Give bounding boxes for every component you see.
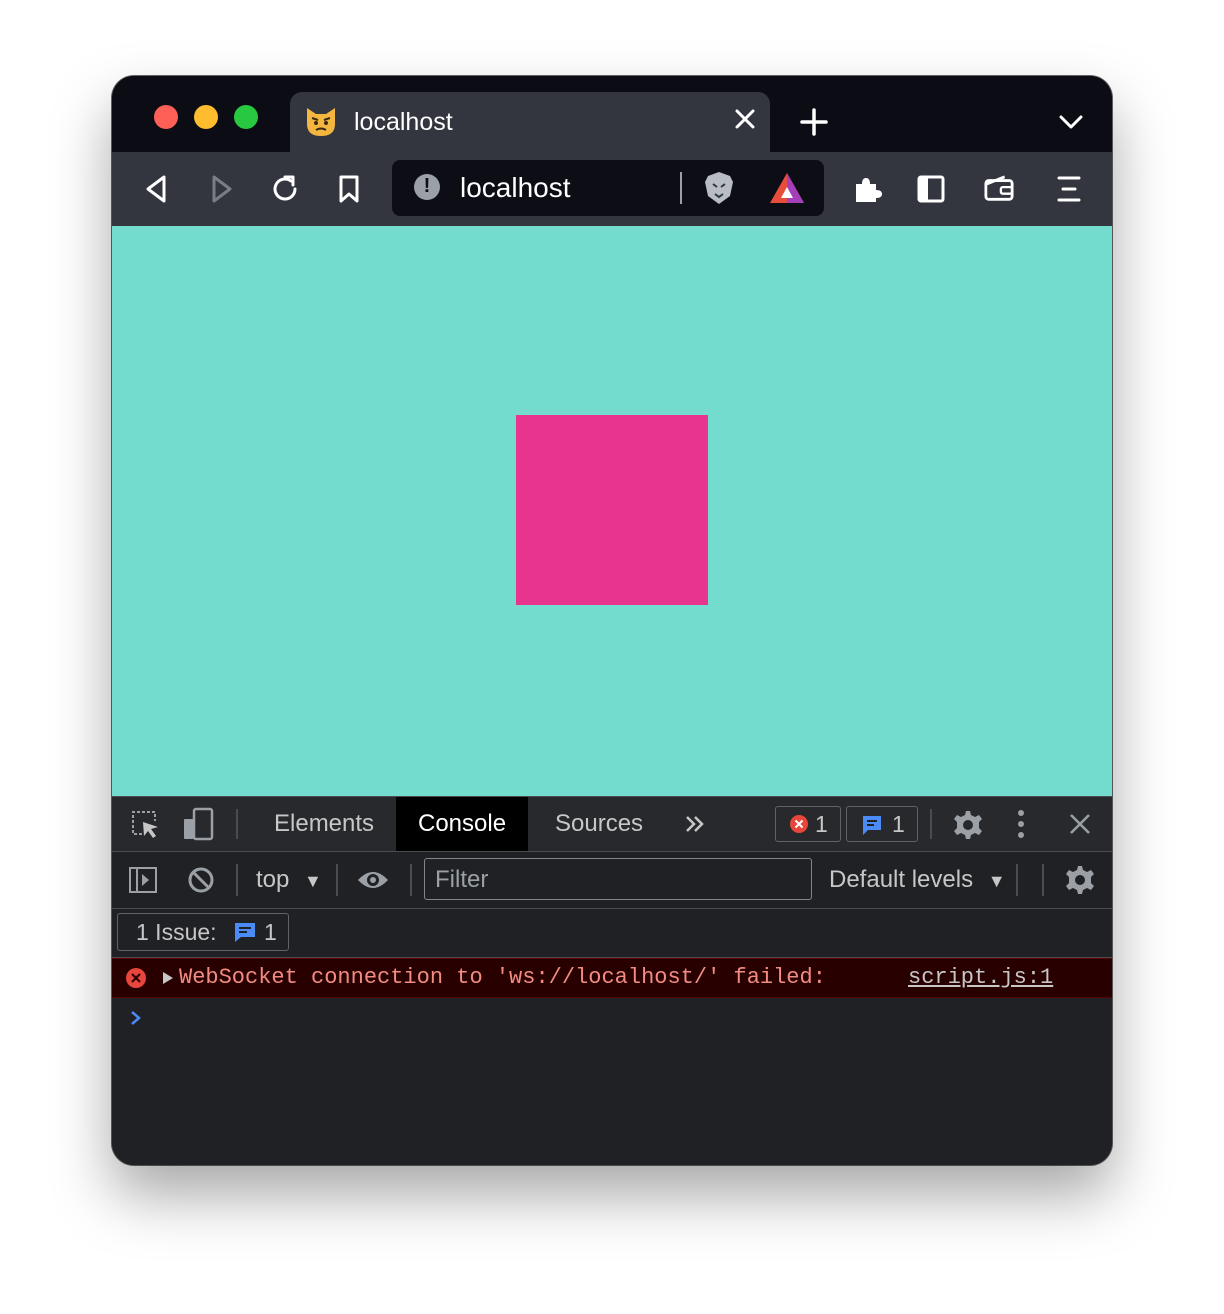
cat-face-icon [307,108,335,136]
log-levels-label: Default levels [829,866,974,893]
error-source-link[interactable]: script.js:1 [908,965,1053,990]
page-viewport [112,226,1112,796]
brave-rewards-icon[interactable] [768,170,806,206]
tab-title: localhost [354,108,453,136]
inspect-element-icon[interactable] [130,809,160,839]
reload-icon[interactable] [270,174,300,204]
toolbar-divider [1016,864,1018,896]
menu-icon[interactable] [1054,174,1084,204]
issues-label: 1 Issue: [136,919,217,945]
bookmark-icon[interactable] [334,174,364,204]
expand-triangle-icon[interactable] [162,971,174,985]
forward-icon[interactable] [206,174,236,204]
address-bar-url: localhost [460,172,571,203]
maximize-window-button[interactable] [234,105,258,129]
close-tab-icon[interactable] [732,106,758,132]
issues-count-badge[interactable]: 1 [846,806,918,842]
tab-sources[interactable]: Sources [533,797,665,851]
console-toolbar: top ▼ Default levels ▼ [112,852,1112,909]
minimize-window-button[interactable] [194,105,218,129]
context-selector[interactable]: top ▼ [256,866,322,894]
toolbar-divider [236,864,238,896]
toolbar-divider [410,864,412,896]
eye-icon[interactable] [356,868,390,892]
prompt-chevron-icon [131,1011,141,1025]
console-filter[interactable] [424,858,812,900]
browser-tab[interactable]: localhost [290,92,770,152]
issues-count: 1 [892,811,905,837]
devtools-panel: Elements Console Sources 1 1 top ▼ Filte… [112,796,1112,1165]
site-info-icon[interactable]: ! [414,174,440,200]
log-levels-dropdown[interactable]: Default levels ▼ [829,866,1006,894]
toolbar-divider [336,864,338,896]
caret-down-icon: ▼ [304,871,322,891]
issues-button[interactable]: 1 Issue: 1 [117,913,289,951]
settings-gear-icon[interactable] [952,809,984,841]
new-tab-icon[interactable] [800,108,828,136]
show-sidebar-icon[interactable] [128,866,158,894]
brave-shields-icon[interactable] [702,170,736,206]
wallet-icon[interactable] [984,174,1014,204]
filter-input[interactable] [433,865,797,895]
message-icon [235,923,255,942]
caret-down-icon: ▼ [987,871,1006,891]
chevron-down-icon[interactable] [1058,112,1084,132]
error-message-text: WebSocket connection to 'ws://localhost/… [179,965,826,990]
toolbar-divider [1042,864,1044,896]
error-count: 1 [815,811,828,837]
error-icon [126,968,146,988]
address-bar-divider [680,172,682,204]
browser-toolbar: ! localhost [112,152,1112,226]
issues-bar: 1 Issue: 1 [112,909,1112,958]
pink-square [516,415,708,605]
toolbar-divider [930,809,932,839]
clear-console-icon[interactable] [187,866,215,894]
console-prompt[interactable] [112,1000,1112,1036]
devtools-tab-bar: Elements Console Sources 1 1 [112,796,1112,852]
extensions-icon[interactable] [852,174,882,204]
sidebar-icon[interactable] [916,174,946,204]
address-bar[interactable]: ! localhost [392,160,824,216]
console-settings-icon[interactable] [1064,864,1096,896]
back-icon[interactable] [142,174,172,204]
tab-strip: localhost [112,76,1112,152]
close-devtools-icon[interactable] [1068,812,1092,836]
tab-elements[interactable]: Elements [252,797,396,851]
context-label: top [256,866,290,893]
message-icon [863,816,881,835]
console-message-error[interactable]: WebSocket connection to 'ws://localhost/… [112,958,1112,998]
issues-bar-count: 1 [264,919,277,945]
browser-window: localhost ! localhost Elements Console S… [112,76,1112,1165]
close-window-button[interactable] [154,105,178,129]
toolbar-divider [236,809,238,839]
device-toolbar-icon[interactable] [182,807,214,841]
more-tabs-icon[interactable] [684,813,706,835]
error-icon [790,815,808,833]
more-options-icon[interactable] [1016,809,1026,839]
error-count-badge[interactable]: 1 [775,806,841,842]
tab-console[interactable]: Console [396,797,529,851]
